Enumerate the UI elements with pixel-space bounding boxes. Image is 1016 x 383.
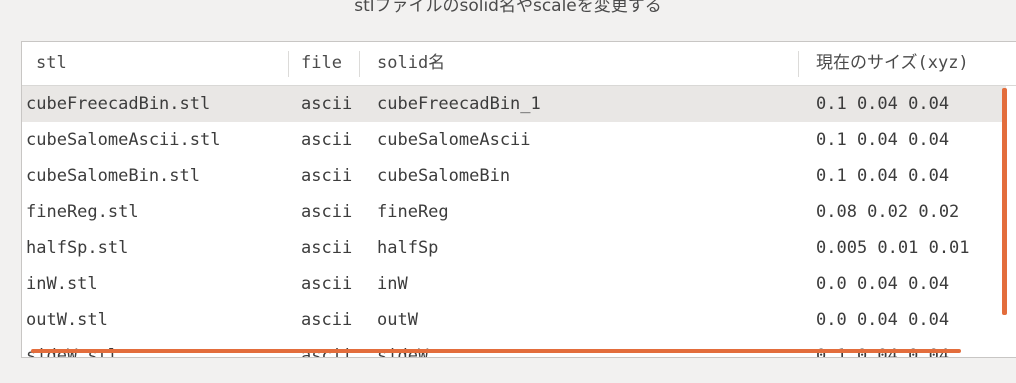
table-header: stl file solid名 現在のサイズ(xyz): [22, 42, 1016, 86]
cell-stl: cubeFreecadBin.stl: [26, 94, 211, 114]
cell-file: ascii: [301, 310, 353, 330]
stl-table: stl file solid名 現在のサイズ(xyz) cubeFreecadB…: [21, 41, 1016, 358]
table-row[interactable]: fineReg.stl ascii fineReg 0.08 0.02 0.02: [22, 194, 1006, 230]
cell-file: ascii: [301, 238, 353, 258]
cell-solid[interactable]: outW: [377, 302, 418, 338]
cell-size: 0.0 0.04 0.04: [816, 310, 950, 330]
cell-file: ascii: [301, 338, 352, 357]
table-row[interactable]: sideW.stl ascii sideW 0.1 0.04 0.04: [22, 338, 1006, 357]
cell-file: ascii: [301, 94, 353, 114]
window-title: stlファイルのsolid名やscaleを変更する: [0, 0, 1016, 30]
table-row[interactable]: halfSp.stl ascii halfSp 0.005 0.01 0.01: [22, 230, 1006, 266]
column-divider[interactable]: [288, 51, 289, 77]
cell-solid[interactable]: inW: [377, 266, 408, 302]
cell-file: ascii: [301, 202, 353, 222]
cell-stl: cubeSalomeBin.stl: [26, 166, 200, 186]
cell-solid[interactable]: cubeSalomeAscii: [377, 122, 531, 158]
column-header-file[interactable]: file: [301, 42, 342, 85]
cell-stl: cubeSalomeAscii.stl: [26, 130, 221, 150]
cell-solid[interactable]: sideW: [377, 338, 428, 357]
cell-stl: halfSp.stl: [26, 238, 129, 258]
cell-stl: fineReg.stl: [26, 202, 139, 222]
column-divider[interactable]: [798, 51, 799, 77]
cell-stl: outW.stl: [26, 310, 108, 330]
column-header-stl[interactable]: stl: [36, 42, 67, 85]
column-header-size[interactable]: 現在のサイズ(xyz): [816, 42, 969, 85]
cell-file: ascii: [301, 130, 353, 150]
cell-size: 0.08 0.02 0.02: [816, 202, 960, 222]
vertical-scrollbar[interactable]: [1002, 88, 1007, 315]
cell-file: ascii: [301, 274, 353, 294]
table-row[interactable]: cubeSalomeBin.stl ascii cubeSalomeBin 0.…: [22, 158, 1006, 194]
cell-size: 0.0 0.04 0.04: [816, 274, 950, 294]
cell-solid[interactable]: halfSp: [377, 230, 438, 266]
column-header-solid[interactable]: solid名: [377, 42, 445, 85]
cell-solid[interactable]: cubeSalomeBin: [377, 158, 510, 194]
table-row[interactable]: cubeFreecadBin.stl ascii cubeFreecadBin_…: [22, 86, 1006, 122]
cell-stl: sideW.stl: [26, 338, 118, 357]
horizontal-scrollbar[interactable]: [31, 349, 961, 353]
table-row[interactable]: outW.stl ascii outW 0.0 0.04 0.04: [22, 302, 1006, 338]
cell-size: 0.1 0.04 0.04: [816, 338, 949, 357]
cell-stl: inW.stl: [26, 274, 98, 294]
window-title-text: stlファイルのsolid名やscaleを変更する: [354, 0, 662, 16]
cell-size: 0.1 0.04 0.04: [816, 166, 950, 186]
cell-size: 0.1 0.04 0.04: [816, 130, 950, 150]
cell-solid[interactable]: cubeFreecadBin_1: [377, 86, 541, 122]
cell-size: 0.005 0.01 0.01: [816, 238, 970, 258]
cell-file: ascii: [301, 166, 353, 186]
column-divider[interactable]: [359, 51, 360, 77]
table-row[interactable]: inW.stl ascii inW 0.0 0.04 0.04: [22, 266, 1006, 302]
cell-solid[interactable]: fineReg: [377, 194, 449, 230]
table-row[interactable]: cubeSalomeAscii.stl ascii cubeSalomeAsci…: [22, 122, 1006, 158]
cell-size: 0.1 0.04 0.04: [816, 94, 950, 114]
